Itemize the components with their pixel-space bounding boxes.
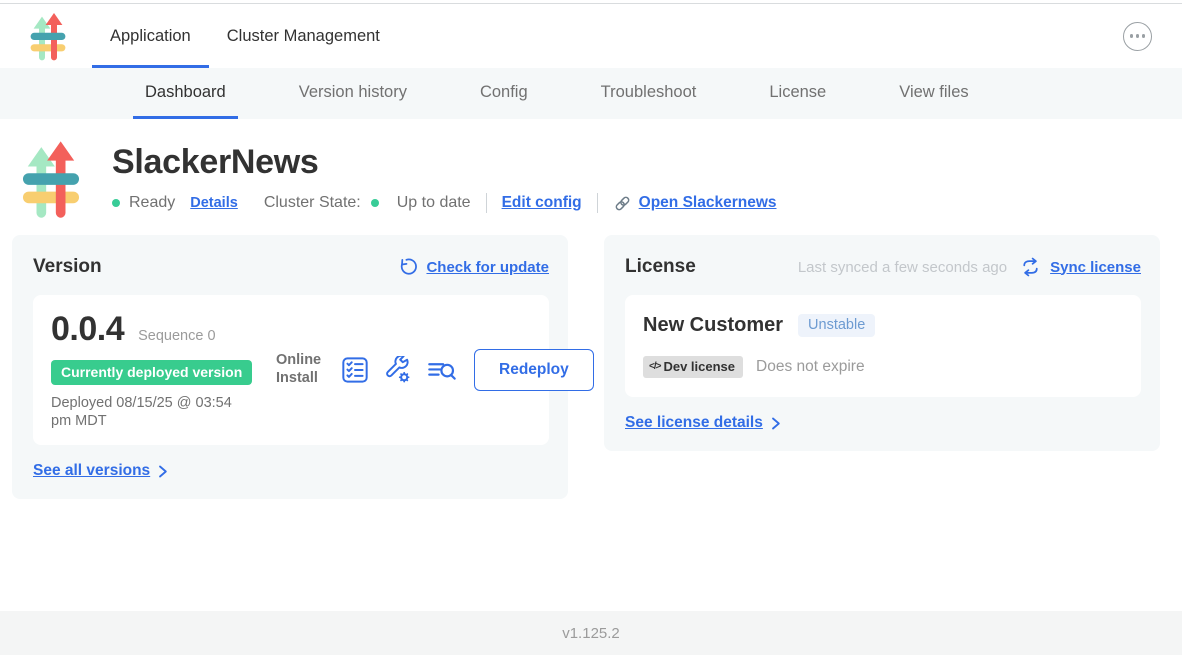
- cluster-state-text: Up to date: [397, 194, 471, 212]
- tab-cluster-management[interactable]: Cluster Management: [209, 4, 398, 68]
- license-card-title: License: [625, 256, 696, 278]
- deployed-timestamp: Deployed 08/15/25 @ 03:54 pm MDT: [51, 394, 251, 430]
- chevron-right-icon: [156, 464, 169, 479]
- console-version: v1.125.2: [562, 625, 620, 642]
- license-type-label: Dev license: [663, 359, 735, 374]
- tab-application[interactable]: Application: [92, 4, 209, 68]
- tab-config[interactable]: Config: [468, 68, 540, 119]
- license-expiry-text: Does not expire: [756, 358, 865, 376]
- license-card: License Last synced a few seconds ago Sy…: [604, 235, 1160, 451]
- sync-icon: [1020, 257, 1041, 277]
- page-title: SlackerNews: [112, 143, 777, 182]
- channel-badge: Unstable: [798, 314, 875, 337]
- divider: [486, 193, 487, 213]
- status-details-link[interactable]: Details: [190, 195, 238, 211]
- version-sequence: Sequence 0: [138, 328, 215, 344]
- code-icon: </>: [649, 361, 660, 372]
- app-status-row: Ready Details Cluster State: Up to date …: [112, 193, 777, 213]
- see-all-versions-link[interactable]: See all versions: [33, 462, 150, 480]
- edit-config-link[interactable]: Edit config: [502, 194, 582, 212]
- cluster-state-dot: [371, 199, 379, 207]
- sync-license-link[interactable]: Sync license: [1050, 259, 1141, 276]
- more-options-icon[interactable]: [1123, 22, 1152, 51]
- see-license-details-link[interactable]: See license details: [625, 414, 763, 432]
- deployed-badge: Currently deployed version: [51, 360, 252, 385]
- link-icon: [613, 194, 632, 213]
- open-app-link[interactable]: Open Slackernews: [613, 194, 777, 213]
- app-status-dot: [112, 199, 120, 207]
- license-type-badge: </> Dev license: [643, 356, 743, 378]
- config-wrench-icon[interactable]: [384, 356, 412, 384]
- divider: [597, 193, 598, 213]
- preflight-checks-icon[interactable]: [341, 356, 369, 384]
- install-type-label: Online Install: [276, 352, 326, 387]
- current-version-panel: 0.0.4 Sequence 0 Currently deployed vers…: [33, 295, 549, 445]
- tab-dashboard[interactable]: Dashboard: [133, 68, 238, 119]
- open-app-label: Open Slackernews: [639, 194, 777, 212]
- version-card-title: Version: [33, 256, 102, 278]
- tab-troubleshoot[interactable]: Troubleshoot: [589, 68, 709, 119]
- console-footer: v1.125.2: [0, 611, 1182, 655]
- deploy-logs-icon[interactable]: [427, 356, 457, 384]
- customer-name: New Customer: [643, 314, 783, 337]
- top-header: Application Cluster Management: [0, 3, 1182, 68]
- app-logo-icon: [30, 13, 66, 61]
- app-header: SlackerNews Ready Details Cluster State:…: [0, 119, 1182, 220]
- refresh-icon: [397, 257, 417, 277]
- last-synced-text: Last synced a few seconds ago: [798, 259, 1007, 276]
- version-number: 0.0.4: [51, 310, 124, 349]
- app-logo-large-icon: [22, 140, 80, 220]
- header-tabs: Application Cluster Management: [92, 4, 398, 68]
- tab-license[interactable]: License: [757, 68, 838, 119]
- version-card: Version Check for update 0.0.4 Sequence …: [12, 235, 568, 499]
- license-details-panel: New Customer Unstable </> Dev license Do…: [625, 295, 1141, 397]
- app-subnav: Dashboard Version history Config Trouble…: [0, 68, 1182, 119]
- chevron-right-icon: [769, 416, 782, 431]
- check-for-update-link[interactable]: Check for update: [426, 259, 549, 276]
- redeploy-button[interactable]: Redeploy: [474, 349, 594, 391]
- app-status-text: Ready: [129, 194, 175, 212]
- cluster-state-label: Cluster State:: [264, 194, 361, 212]
- tab-version-history[interactable]: Version history: [287, 68, 419, 119]
- tab-view-files[interactable]: View files: [887, 68, 980, 119]
